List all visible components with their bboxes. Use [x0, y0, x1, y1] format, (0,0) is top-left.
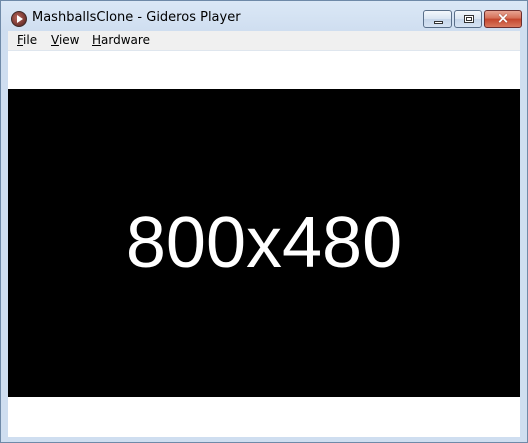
menu-bar: File View Hardware	[8, 31, 520, 51]
app-window: MashballsClone - Gideros Player × File V…	[0, 0, 528, 443]
stage-resolution-label: 800x480	[125, 203, 403, 283]
player-stage[interactable]: 800x480	[8, 89, 520, 397]
minimize-icon	[434, 21, 443, 24]
menu-view-mnemonic: V	[51, 33, 59, 47]
window-title: MashballsClone - Gideros Player	[32, 10, 241, 25]
maximize-button[interactable]	[454, 10, 482, 28]
close-icon: ×	[496, 9, 510, 27]
menu-hardware[interactable]: Hardware	[92, 33, 150, 47]
maximize-icon	[464, 15, 474, 23]
player-client-area[interactable]: 800x480	[8, 51, 520, 437]
minimize-button[interactable]	[423, 10, 452, 28]
menu-hardware-label: ardware	[101, 33, 150, 47]
menu-view[interactable]: View	[51, 33, 79, 47]
menu-hardware-mnemonic: H	[92, 33, 102, 47]
menu-file-label: ile	[23, 33, 38, 47]
close-button[interactable]: ×	[484, 9, 522, 28]
title-bar[interactable]: MashballsClone - Gideros Player ×	[1, 1, 527, 31]
gideros-player-icon[interactable]	[11, 11, 27, 27]
menu-file[interactable]: File	[17, 33, 37, 47]
menu-view-label: iew	[58, 33, 80, 47]
